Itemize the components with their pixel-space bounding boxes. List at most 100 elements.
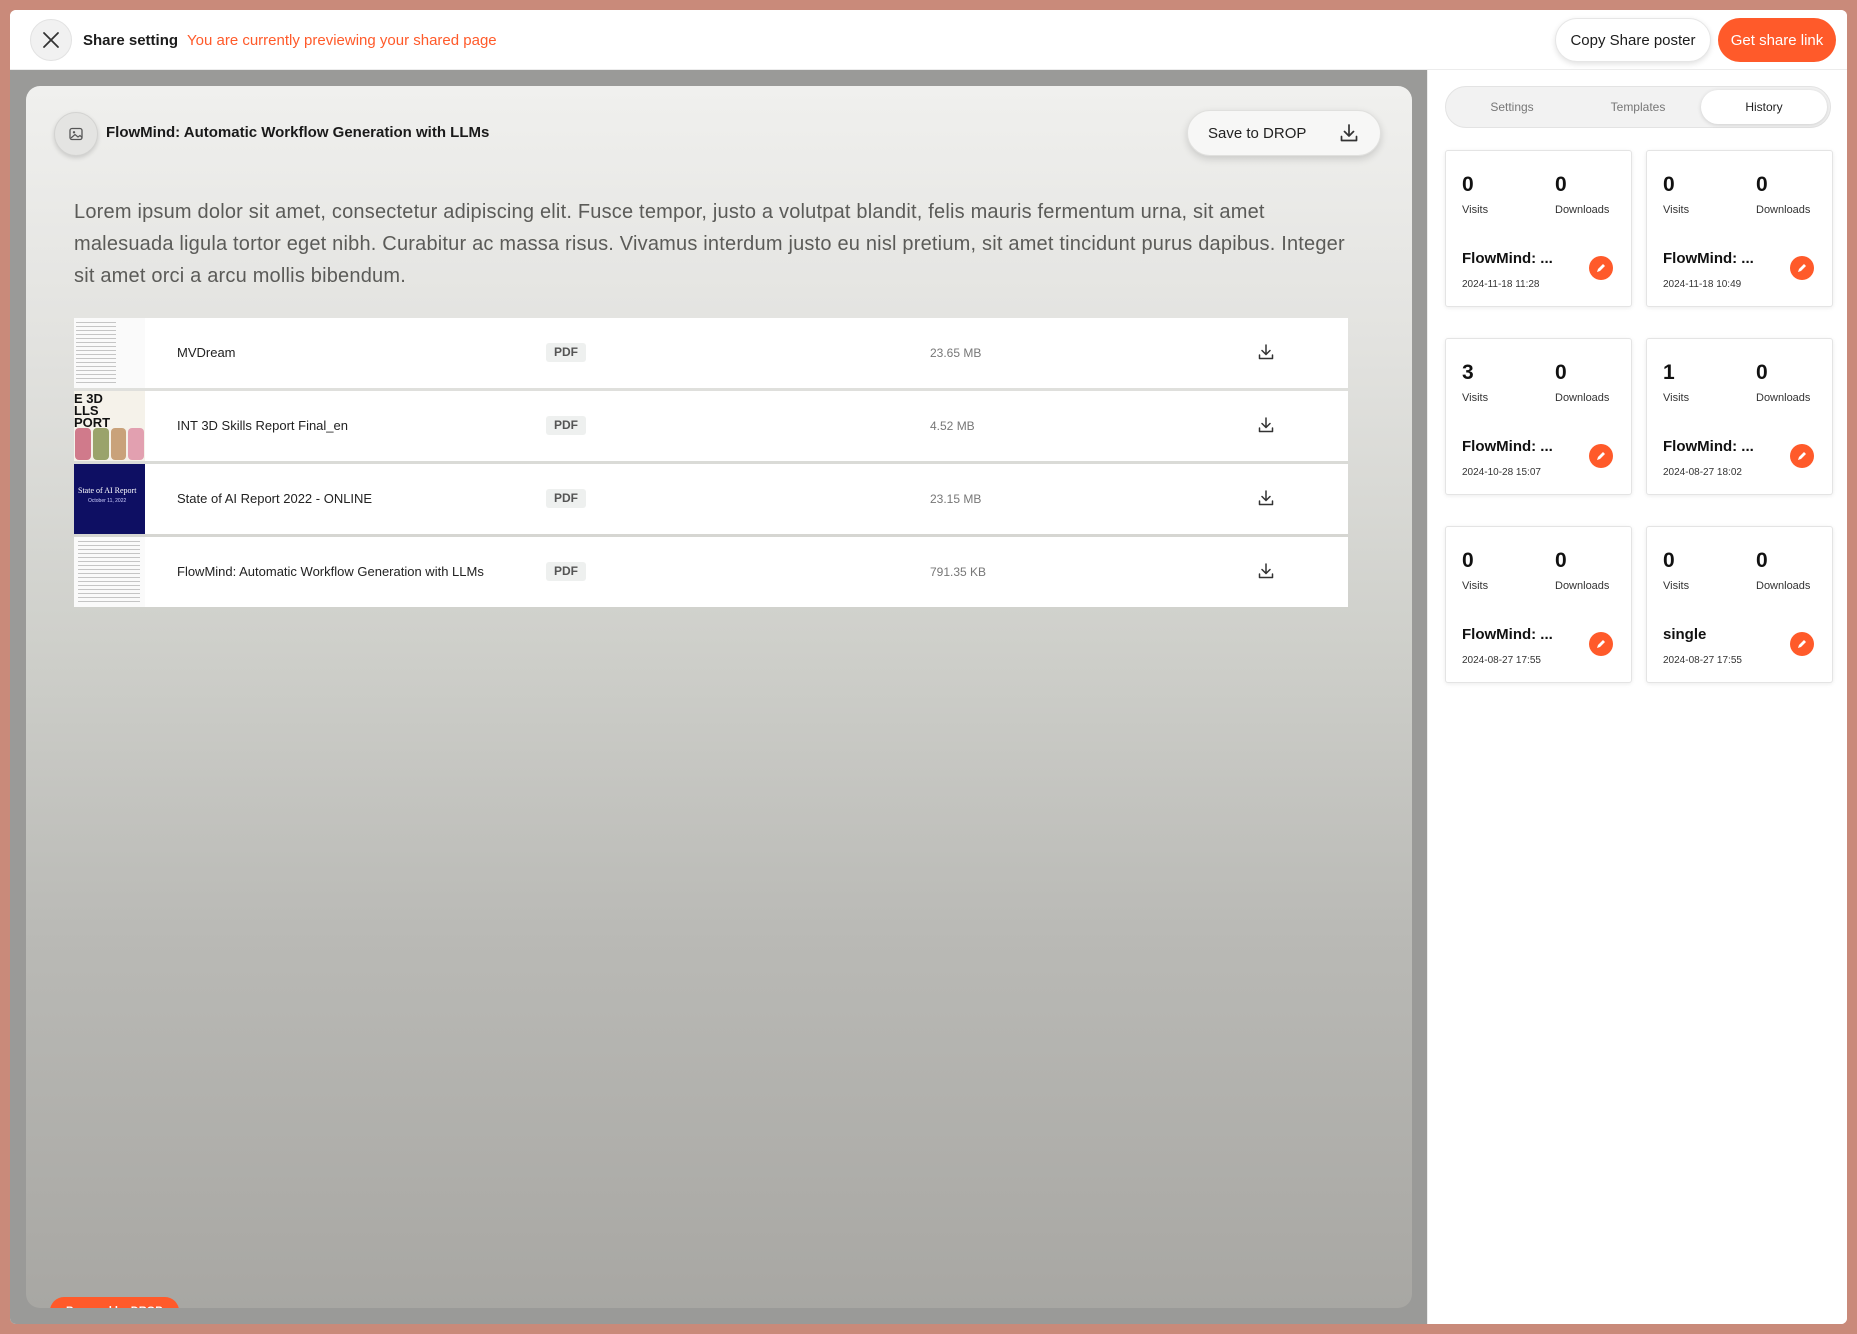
file-name: INT 3D Skills Report Final_en xyxy=(177,418,348,433)
tab-settings[interactable]: Settings xyxy=(1449,90,1575,124)
pencil-icon xyxy=(1798,264,1806,272)
downloads-count: 0 xyxy=(1756,361,1768,384)
edit-button[interactable] xyxy=(1589,632,1613,656)
history-date: 2024-08-27 17:55 xyxy=(1462,655,1541,666)
history-title: FlowMind: ... xyxy=(1663,438,1754,455)
visits-count: 1 xyxy=(1663,361,1675,384)
download-icon[interactable] xyxy=(1256,561,1276,581)
page-description: Lorem ipsum dolor sit amet, consectetur … xyxy=(74,201,1345,287)
edit-button[interactable] xyxy=(1589,256,1613,280)
history-date: 2024-08-27 18:02 xyxy=(1663,467,1742,478)
preview-notice: You are currently previewing your shared… xyxy=(187,32,497,49)
visits-label: Visits xyxy=(1462,392,1489,404)
downloads-count: 0 xyxy=(1555,173,1567,196)
history-card[interactable]: 1 0 Visits Downloads FlowMind: ... 2024-… xyxy=(1646,338,1833,495)
file-row[interactable]: E 3D LLS PORT INT 3D Skills Report Final… xyxy=(74,391,1348,461)
visits-label: Visits xyxy=(1663,580,1690,592)
tab-templates[interactable]: Templates xyxy=(1575,90,1701,124)
downloads-label: Downloads xyxy=(1756,392,1811,404)
file-list: MVDream PDF 23.65 MB E 3D LLS PORT INT 3… xyxy=(74,318,1348,610)
file-size: 791.35 KB xyxy=(930,565,987,579)
thumbnail-cover-title: State of AI Report xyxy=(78,486,137,495)
file-row[interactable]: FlowMind: Automatic Workflow Generation … xyxy=(74,537,1348,607)
file-name: FlowMind: Automatic Workflow Generation … xyxy=(177,564,484,579)
file-type-badge: PDF xyxy=(546,562,586,581)
visits-label: Visits xyxy=(1663,392,1690,404)
downloads-count: 0 xyxy=(1555,361,1567,384)
history-title: FlowMind: ... xyxy=(1663,250,1754,267)
downloads-label: Downloads xyxy=(1756,580,1811,592)
file-size: 23.65 MB xyxy=(930,346,982,360)
history-title: FlowMind: ... xyxy=(1462,626,1553,643)
file-name: MVDream xyxy=(177,345,236,360)
downloads-count: 0 xyxy=(1756,173,1768,196)
edit-button[interactable] xyxy=(1790,632,1814,656)
edit-button[interactable] xyxy=(1790,256,1814,280)
file-type-badge: PDF xyxy=(546,343,586,362)
file-thumbnail xyxy=(74,318,145,388)
edit-button[interactable] xyxy=(1589,444,1613,468)
visits-count: 0 xyxy=(1462,173,1474,196)
preview-area: FlowMind: Automatic Workflow Generation … xyxy=(10,70,1427,1324)
history-card[interactable]: 0 0 Visits Downloads FlowMind: ... 2024-… xyxy=(1445,150,1632,307)
save-to-drop-button[interactable]: Save to DROP xyxy=(1187,110,1381,156)
file-type-badge: PDF xyxy=(546,416,586,435)
image-icon xyxy=(69,127,83,141)
file-row[interactable]: State of AI Report October 11, 2022 Stat… xyxy=(74,464,1348,534)
file-size: 4.52 MB xyxy=(930,419,975,433)
copy-share-poster-button[interactable]: Copy Share poster xyxy=(1555,18,1711,62)
visits-count: 0 xyxy=(1462,549,1474,572)
close-button[interactable] xyxy=(30,19,72,61)
visits-count: 0 xyxy=(1663,173,1675,196)
history-date: 2024-11-18 10:49 xyxy=(1663,279,1742,290)
history-title: single xyxy=(1663,626,1707,643)
history-card[interactable]: 0 0 Visits Downloads FlowMind: ... 2024-… xyxy=(1646,150,1833,307)
history-card[interactable]: 3 0 Visits Downloads FlowMind: ... 2024-… xyxy=(1445,338,1632,495)
tab-history[interactable]: History xyxy=(1701,90,1827,124)
visits-count: 3 xyxy=(1462,361,1474,384)
history-date: 2024-08-27 17:55 xyxy=(1663,655,1742,666)
history-card[interactable]: 0 0 Visits Downloads single 2024-08-27 1… xyxy=(1646,526,1833,683)
pencil-icon xyxy=(1597,640,1605,648)
shared-page-preview: FlowMind: Automatic Workflow Generation … xyxy=(26,86,1412,1308)
file-thumbnail: E 3D LLS PORT xyxy=(74,391,145,461)
visits-count: 0 xyxy=(1663,549,1675,572)
settings-panel: Settings Templates History 0 0 Visits Do… xyxy=(1427,70,1847,1324)
visits-label: Visits xyxy=(1663,204,1690,216)
pencil-icon xyxy=(1597,264,1605,272)
visits-label: Visits xyxy=(1462,580,1489,592)
pencil-icon xyxy=(1597,452,1605,460)
download-icon[interactable] xyxy=(1256,488,1276,508)
history-title: FlowMind: ... xyxy=(1462,250,1553,267)
close-icon xyxy=(43,32,59,48)
shared-page-title: FlowMind: Automatic Workflow Generation … xyxy=(106,124,490,141)
history-card[interactable]: 0 0 Visits Downloads FlowMind: ... 2024-… xyxy=(1445,526,1632,683)
pencil-icon xyxy=(1798,640,1806,648)
file-row[interactable]: MVDream PDF 23.65 MB xyxy=(74,318,1348,388)
downloads-count: 0 xyxy=(1555,549,1567,572)
downloads-label: Downloads xyxy=(1555,392,1610,404)
edit-button[interactable] xyxy=(1790,444,1814,468)
file-thumbnail: State of AI Report October 11, 2022 xyxy=(74,464,145,534)
powered-by-badge[interactable]: Powered by DROP xyxy=(50,1297,179,1308)
history-date: 2024-10-28 15:07 xyxy=(1462,467,1541,478)
save-to-drop-label: Save to DROP xyxy=(1208,124,1307,142)
thumbnail-cover-text: E 3D LLS PORT xyxy=(74,391,111,430)
page-cover-button[interactable] xyxy=(54,112,98,156)
history-title: FlowMind: ... xyxy=(1462,438,1553,455)
downloads-label: Downloads xyxy=(1555,580,1610,592)
file-name: State of AI Report 2022 - ONLINE xyxy=(177,491,373,506)
get-share-link-button[interactable]: Get share link xyxy=(1718,18,1836,62)
download-icon xyxy=(1340,124,1358,142)
page-title: Share setting xyxy=(83,32,179,49)
download-icon[interactable] xyxy=(1256,342,1276,362)
panel-tabs: Settings Templates History xyxy=(1445,86,1831,128)
download-icon[interactable] xyxy=(1256,415,1276,435)
share-setting-window: Share setting You are currently previewi… xyxy=(10,10,1847,1324)
pencil-icon xyxy=(1798,452,1806,460)
file-size: 23.15 MB xyxy=(930,492,982,506)
file-type-badge: PDF xyxy=(546,489,586,508)
downloads-label: Downloads xyxy=(1555,204,1610,216)
visits-label: Visits xyxy=(1462,204,1489,216)
top-bar: Share setting You are currently previewi… xyxy=(10,10,1847,70)
